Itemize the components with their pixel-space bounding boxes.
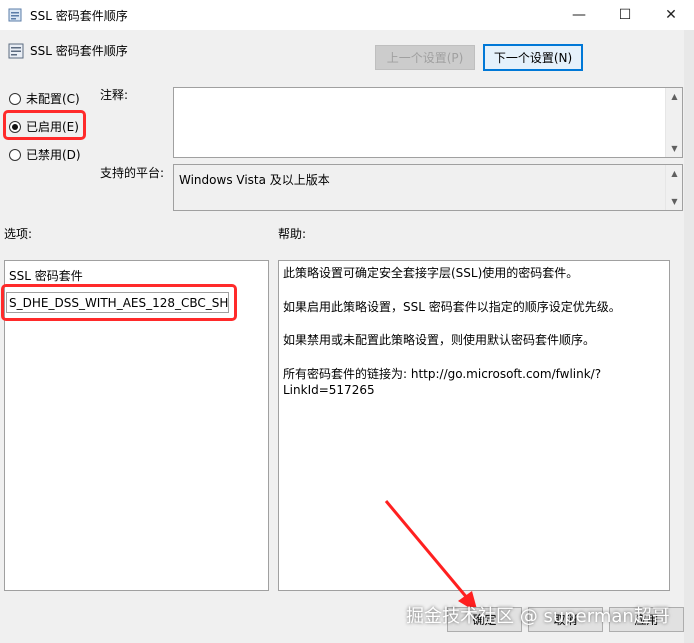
cipher-suite-input[interactable]: S_DHE_DSS_WITH_AES_128_CBC_SHA [6, 292, 229, 313]
previous-setting-button[interactable]: 上一个设置(P) [375, 45, 475, 70]
help-line-2: 如果启用此策略设置，SSL 密码套件以指定的顺序设定优先级。 [283, 300, 621, 314]
help-line-5: LinkId=517265 [283, 383, 375, 397]
comment-scrollbar[interactable]: ▲ ▼ [665, 88, 682, 157]
policy-icon [8, 8, 22, 22]
platform-label: 支持的平台: [100, 166, 165, 180]
radio-circle [9, 148, 21, 161]
radio-circle [9, 92, 21, 105]
comment-field[interactable]: ▲ ▼ [173, 87, 683, 158]
help-line-4: 所有密码套件的链接为: http://go.microsoft.com/fwli… [283, 367, 602, 381]
cipher-suite-label: SSL 密码套件 [9, 269, 83, 283]
platform-field: Windows Vista 及以上版本 ▲ ▼ [173, 164, 683, 211]
radio-disabled[interactable]: 已禁用(D) [9, 146, 81, 163]
radio-label: 已启用(E) [26, 120, 79, 134]
help-label: 帮助: [278, 227, 307, 241]
scroll-down-icon[interactable]: ▼ [666, 193, 683, 210]
radio-label: 未配置(C) [26, 92, 80, 106]
help-line-1: 此策略设置可确定安全套接字层(SSL)使用的密码套件。 [283, 266, 579, 280]
watermark: 掘金技术社区 @ superman超哥 [406, 606, 670, 627]
cipher-suite-value: S_DHE_DSS_WITH_AES_128_CBC_SHA [9, 296, 229, 310]
window-title: SSL 密码套件顺序 [30, 9, 128, 23]
scroll-up-icon[interactable]: ▲ [666, 165, 683, 182]
next-setting-button[interactable]: 下一个设置(N) [483, 44, 583, 71]
help-line-3: 如果禁用或未配置此策略设置，则使用默认密码套件顺序。 [283, 333, 596, 347]
radio-label: 已禁用(D) [26, 148, 81, 162]
scroll-down-icon[interactable]: ▼ [666, 140, 683, 157]
platform-value: Windows Vista 及以上版本 [179, 173, 330, 187]
maximize-button[interactable]: ☐ [602, 0, 648, 30]
options-label: 选项: [4, 227, 33, 241]
setting-icon [8, 43, 24, 59]
radio-enabled[interactable]: 已启用(E) [9, 118, 79, 135]
maximize-icon: ☐ [618, 7, 632, 23]
radio-not-configured[interactable]: 未配置(C) [9, 90, 80, 107]
platform-scrollbar[interactable]: ▲ ▼ [665, 165, 682, 210]
comment-label: 注释: [100, 88, 129, 102]
scroll-up-icon[interactable]: ▲ [666, 88, 683, 105]
radio-circle-checked [9, 120, 21, 133]
minimize-icon: — [572, 7, 586, 23]
setting-title: SSL 密码套件顺序 [30, 44, 128, 58]
close-icon: ✕ [665, 7, 677, 23]
close-button[interactable]: ✕ [648, 0, 694, 30]
window-edge [684, 30, 694, 643]
minimize-button[interactable]: — [556, 0, 602, 30]
